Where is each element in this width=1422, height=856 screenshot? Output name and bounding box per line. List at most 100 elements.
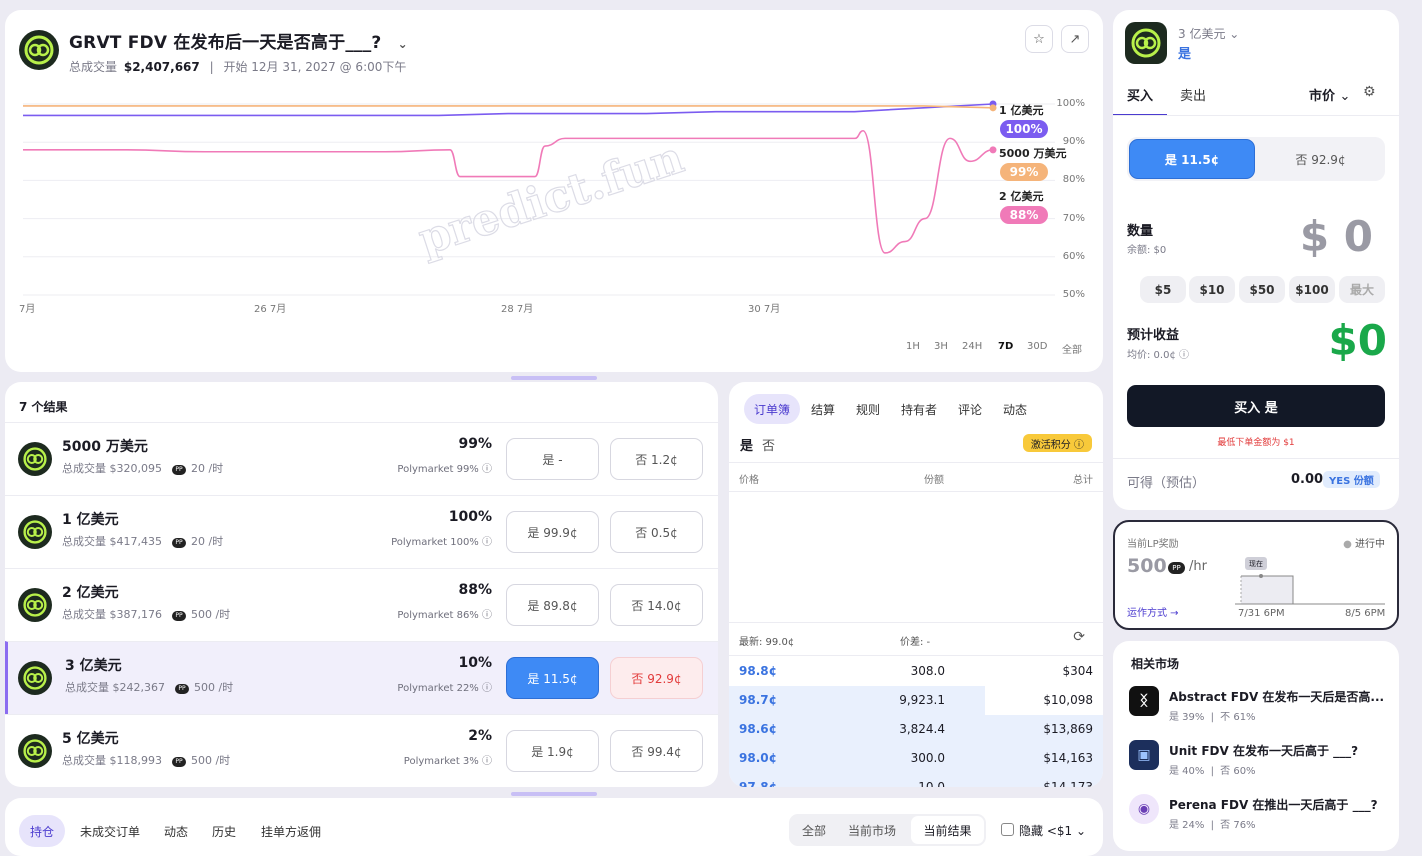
y-tick-label: 100% xyxy=(1056,98,1085,109)
trade-outcome[interactable]: 3 亿美元 ⌄ xyxy=(1178,25,1239,42)
outcome-row[interactable]: 5 亿美元 总成交量 $118,993 PP 500 /时 2% Polymarket 3… xyxy=(5,714,718,787)
abstract-logo-icon: ᛝ xyxy=(1129,686,1159,716)
chip-10[interactable]: $10 xyxy=(1189,276,1235,303)
payout-value: $0 xyxy=(1328,316,1387,365)
outcome-no-button[interactable]: 否 99.4¢ xyxy=(610,730,703,772)
lp-date-end: 8/5 6PM xyxy=(1345,608,1386,619)
pp-token-icon: PP xyxy=(171,538,186,548)
outcome-name: 3 亿美元 xyxy=(65,658,122,674)
outcome-row[interactable]: 5000 万美元 总成交量 $320,095 PP 20 /时 99% Polymarke… xyxy=(5,422,718,495)
book-row[interactable]: 98.7¢ 9,923.1 $10,098 xyxy=(729,686,1103,715)
outcome-row[interactable]: 1 亿美元 总成交量 $417,435 PP 20 /时 100% Polymarket … xyxy=(5,495,718,568)
outcome-yes-button[interactable]: 是 99.9¢ xyxy=(506,511,599,553)
tab-sell[interactable]: 卖出 xyxy=(1180,85,1206,104)
tab-rules[interactable]: 规则 xyxy=(846,394,890,424)
related-item-2[interactable]: ▣ Unit FDV 在发布一天后高于 ___? 是 40% | 否 60% xyxy=(1129,740,1391,780)
min-order-note: 最低下单金额为 $1 xyxy=(1217,438,1295,448)
qty-input[interactable]: $ 0 xyxy=(1300,212,1373,261)
tab-activity[interactable]: 动态 xyxy=(153,815,199,847)
hide-small-label[interactable]: 隐藏 <$1 ⌄ xyxy=(1019,822,1086,839)
no-button[interactable]: 否 92.9¢ xyxy=(1258,139,1383,179)
outcome-row[interactable]: 2 亿美元 总成交量 $387,176 PP 500 /时 88% Polymarket … xyxy=(5,568,718,641)
y-tick-label: 70% xyxy=(1062,212,1085,224)
tab-activity[interactable]: 动态 xyxy=(993,394,1037,424)
legend-series-1: 1 亿美元 xyxy=(999,104,1044,117)
related-item-3[interactable]: ◉ Perena FDV 在推出一天后高于 ___? 是 24% | 否 76% xyxy=(1129,794,1391,834)
balance: 余额: $0 xyxy=(1127,245,1167,256)
outcome-no-button[interactable]: 否 92.9¢ xyxy=(610,657,703,699)
y-tick-label: 50% xyxy=(1062,289,1085,300)
tab-settlement[interactable]: 结算 xyxy=(801,394,845,424)
tab-comments[interactable]: 评论 xyxy=(948,394,992,424)
outcome-yes-button[interactable]: 是 - xyxy=(506,438,599,480)
outcome-volume: 总成交量 $387,176 PP 500 /时 xyxy=(62,608,231,621)
side-yes[interactable]: 是 xyxy=(740,435,753,454)
book-row[interactable]: 98.8¢ 308.0 $304 xyxy=(729,657,1103,686)
x-tick-label: 26 7月 xyxy=(254,304,287,315)
book-row[interactable]: 97.8¢ 10.0 $14,173 xyxy=(729,773,1103,787)
filter-current-outcome[interactable]: 当前结果 xyxy=(911,816,984,844)
outcome-no-button[interactable]: 否 1.2¢ xyxy=(610,438,703,480)
outcomes-count: 7 个结果 xyxy=(19,400,68,414)
related-markets-card: 相关市场 ᛝ Abstract FDV 在发布一天后是否高... 是 39% |… xyxy=(1113,641,1399,851)
outcome-percent: 99% xyxy=(458,436,492,452)
tab-buy[interactable]: 买入 xyxy=(1127,85,1153,104)
how-it-works-link[interactable]: 运作方式 → xyxy=(1127,604,1179,619)
filter-current-market[interactable]: 当前市场 xyxy=(848,822,896,839)
book-row[interactable]: 98.6¢ 3,824.4 $13,869 xyxy=(729,715,1103,744)
side-no[interactable]: 否 xyxy=(762,435,775,454)
range-3h[interactable]: 3H xyxy=(934,341,948,352)
tab-open-orders[interactable]: 未成交订单 xyxy=(69,815,151,847)
outcome-row[interactable]: 3 亿美元 总成交量 $242,367 PP 500 /时 10% Polymarket … xyxy=(5,641,718,714)
chip-100[interactable]: $100 xyxy=(1289,276,1335,303)
gear-icon[interactable]: ⚙ xyxy=(1363,84,1376,100)
chevron-down-icon: ⌄ xyxy=(1075,824,1087,838)
polymarket-ref: Polymarket 99% ⓘ xyxy=(397,464,492,475)
related-item-1[interactable]: ᛝ Abstract FDV 在发布一天后是否高... 是 39% | 不 61… xyxy=(1129,686,1391,726)
chevron-down-icon: ⌄ xyxy=(1229,27,1240,41)
order-type-select[interactable]: 市价 ⌄ xyxy=(1309,85,1350,104)
y-tick-label: 80% xyxy=(1062,174,1085,186)
spread: 价差: - xyxy=(900,637,931,648)
range-24h[interactable]: 24H xyxy=(962,341,982,352)
tab-maker-rebates[interactable]: 挂单方返佣 xyxy=(250,815,332,847)
outcome-yes-button[interactable]: 是 1.9¢ xyxy=(506,730,599,772)
outcome-no-button[interactable]: 否 0.5¢ xyxy=(610,511,703,553)
outcome-volume: 总成交量 $417,435 PP 20 /时 xyxy=(62,535,224,548)
hide-small-checkbox[interactable] xyxy=(1001,823,1014,836)
last-price: 最新: 99.0¢ xyxy=(739,637,795,648)
polymarket-ref: Polymarket 22% ⓘ xyxy=(397,683,492,694)
refresh-icon[interactable]: ⟳ xyxy=(1073,629,1085,645)
yes-button[interactable]: 是 11.5¢ xyxy=(1129,139,1255,179)
info-icon: ⓘ xyxy=(482,683,492,694)
tab-positions[interactable]: 持仓 xyxy=(19,815,66,847)
outcome-yes-button[interactable]: 是 89.8¢ xyxy=(506,584,599,626)
chart-card: GRVT FDV 在发布后一天是否高于___? ⌄ 总成交量 $2,407,66… xyxy=(5,10,1103,372)
outcome-percent: 100% xyxy=(448,509,492,525)
activate-points-button[interactable]: 激活积分 ⓘ xyxy=(1022,434,1092,452)
lp-date-start: 7/31 6PM xyxy=(1238,608,1285,619)
buy-yes-button[interactable]: 买入 是 xyxy=(1127,385,1385,427)
avg-price: 均价: 0.0¢ ⓘ xyxy=(1127,350,1189,361)
chip-max[interactable]: 最大 xyxy=(1339,276,1385,303)
resize-handle-2[interactable] xyxy=(511,792,597,796)
range-30d[interactable]: 30D xyxy=(1027,341,1047,352)
price-chart: predict.fun xyxy=(23,100,1055,296)
resize-handle[interactable] xyxy=(511,376,597,380)
chip-50[interactable]: $50 xyxy=(1239,276,1285,303)
tab-holders[interactable]: 持有者 xyxy=(891,394,947,424)
range-all[interactable]: 全部 xyxy=(1062,341,1082,356)
pp-token-icon: PP xyxy=(174,684,189,694)
filter-all[interactable]: 全部 xyxy=(802,822,826,839)
range-1h[interactable]: 1H xyxy=(906,341,920,352)
info-icon: ⓘ xyxy=(482,610,492,621)
tab-orderbook[interactable]: 订单簿 xyxy=(744,394,801,424)
outcome-yes-button[interactable]: 是 11.5¢ xyxy=(506,657,599,699)
book-row[interactable]: 98.0¢ 300.0 $14,163 xyxy=(729,744,1103,773)
legend-badge-2: 99% xyxy=(1000,163,1048,181)
outcome-no-button[interactable]: 否 14.0¢ xyxy=(610,584,703,626)
chevron-down-icon: ⌄ xyxy=(1339,89,1351,104)
tab-history[interactable]: 历史 xyxy=(201,815,247,847)
chip-5[interactable]: $5 xyxy=(1140,276,1186,303)
range-7d[interactable]: 7D xyxy=(998,341,1013,352)
